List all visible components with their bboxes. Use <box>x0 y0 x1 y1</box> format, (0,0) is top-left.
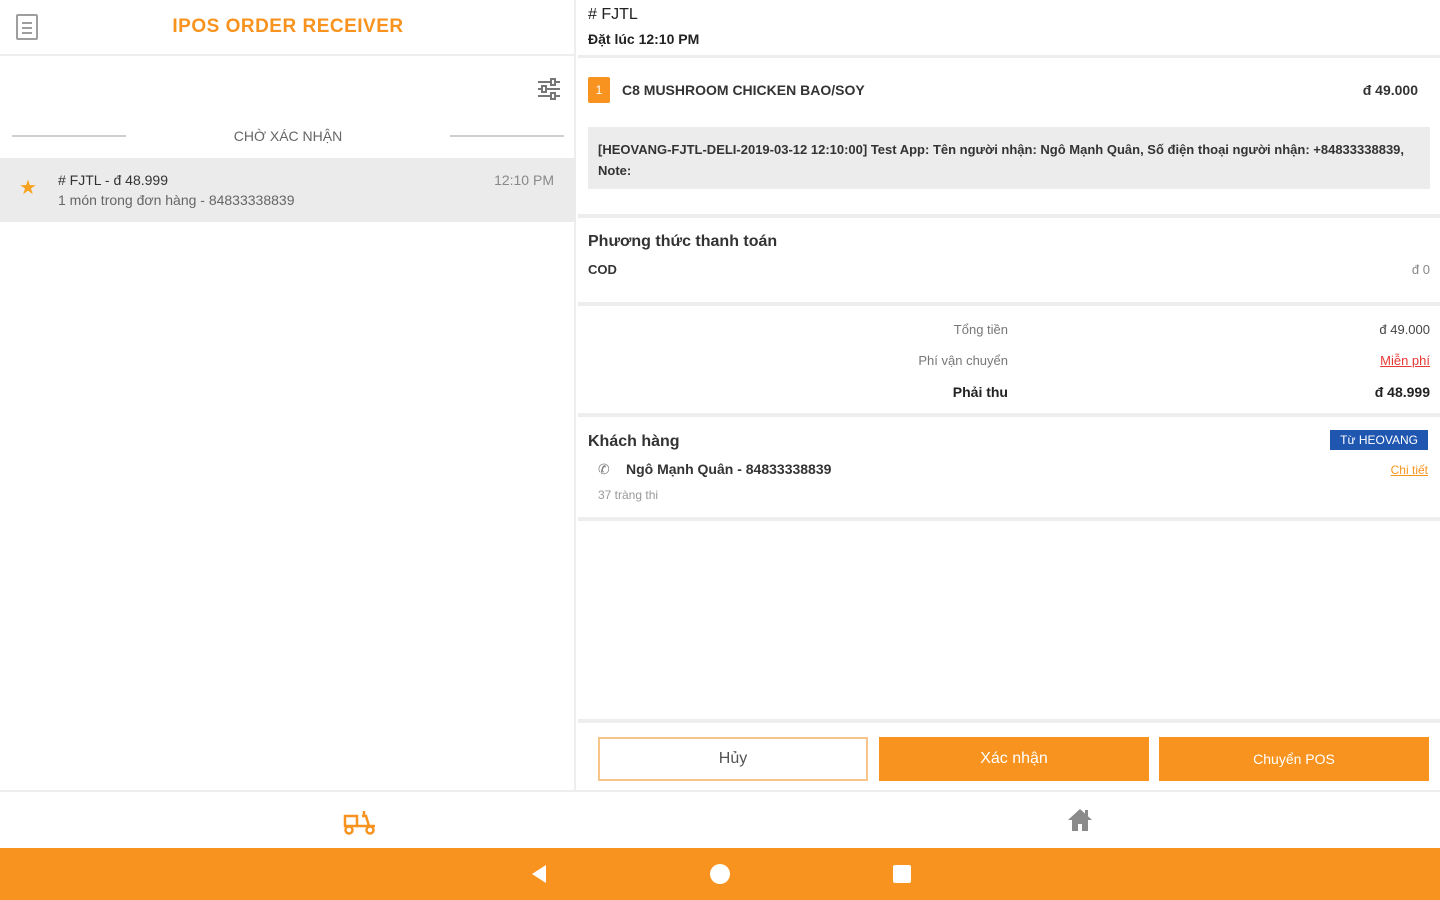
home-icon[interactable] <box>1066 806 1094 834</box>
order-item-time: 12:10 PM <box>494 172 554 188</box>
payment-method: COD <box>588 262 617 277</box>
source-badge: Từ HEOVANG <box>1330 430 1428 450</box>
amount-due-label: Phải thu <box>952 384 1008 400</box>
payment-title: Phương thức thanh toán <box>588 233 778 250</box>
payment-card: Phương thức thanh toán COD đ 0 <box>578 218 1440 302</box>
item-price: đ 49.000 <box>1362 82 1418 98</box>
payment-amount: đ 0 <box>1411 262 1430 277</box>
customer-contact: ✆ Ngô Mạnh Quân - 84833338839 <box>598 461 831 478</box>
order-list-item[interactable]: ★ # FJTL - đ 48.999 1 món trong đơn hàng… <box>0 158 576 222</box>
total-value: đ 49.000 <box>1379 322 1430 337</box>
system-navigation-bar <box>0 848 1440 900</box>
back-icon[interactable] <box>530 864 548 884</box>
customer-card: Khách hàng Từ HEOVANG ✆ Ngô Mạnh Quân - 8… <box>578 417 1440 517</box>
shipping-value: Miễn phí <box>1380 353 1430 368</box>
phone-icon: ✆ <box>598 461 610 477</box>
star-icon: ★ <box>19 177 37 199</box>
order-item-subtitle: 1 món trong đơn hàng - 84833338839 <box>58 192 295 208</box>
recent-apps-icon[interactable] <box>893 865 911 883</box>
confirm-button[interactable]: Xác nhận <box>879 737 1149 781</box>
customer-detail-link[interactable]: Chi tiết <box>1391 463 1428 477</box>
section-divider-right <box>450 135 564 137</box>
order-note: [HEOVANG-FJTL-DELI-2019-03-12 12:10:00] … <box>588 127 1430 189</box>
order-time: Đặt lúc 12:10 PM <box>588 31 700 47</box>
order-header-card: # FJTL Đặt lúc 12:10 PM <box>578 0 1440 55</box>
item-name: C8 MUSHROOM CHICKEN BAO/SOY <box>622 82 865 98</box>
filter-settings-icon[interactable] <box>537 78 561 100</box>
home-circle-icon[interactable] <box>710 864 730 884</box>
app-title: IPOS ORDER RECEIVER <box>172 16 404 37</box>
delivery-scooter-icon[interactable] <box>342 808 378 836</box>
bottom-navigation <box>0 790 1440 848</box>
order-item-title: # FJTL - đ 48.999 <box>58 172 168 188</box>
order-detail-pane: # FJTL Đặt lúc 12:10 PM 1 C8 MUSHROOM CH… <box>578 0 1440 790</box>
summary-card: Tổng tiền đ 49.000 Phí vận chuyển Miễn p… <box>578 306 1440 413</box>
app-root: IPOS ORDER RECEIVER CHỜ XÁC NHẬN ★ # FJT… <box>0 0 1440 900</box>
shipping-label: Phí vận chuyển <box>918 353 1008 368</box>
customer-title: Khách hàng <box>588 433 680 450</box>
customer-address: 37 tràng thi <box>598 488 659 502</box>
total-label: Tổng tiền <box>953 322 1008 337</box>
transfer-pos-button[interactable]: Chuyển POS <box>1159 737 1429 781</box>
order-list-pane: IPOS ORDER RECEIVER CHỜ XÁC NHẬN ★ # FJT… <box>0 0 576 790</box>
item-quantity: 1 <box>588 77 610 103</box>
customer-name-phone: Ngô Mạnh Quân - 84833338839 <box>626 461 832 477</box>
order-items-card: 1 C8 MUSHROOM CHICKEN BAO/SOY đ 49.000 [… <box>578 58 1440 214</box>
amount-due-value: đ 48.999 <box>1374 384 1430 400</box>
app-header: IPOS ORDER RECEIVER <box>0 0 574 56</box>
cancel-button[interactable]: Hủy <box>598 737 868 781</box>
order-code: # FJTL <box>588 6 638 23</box>
detail-empty-area <box>578 521 1440 719</box>
